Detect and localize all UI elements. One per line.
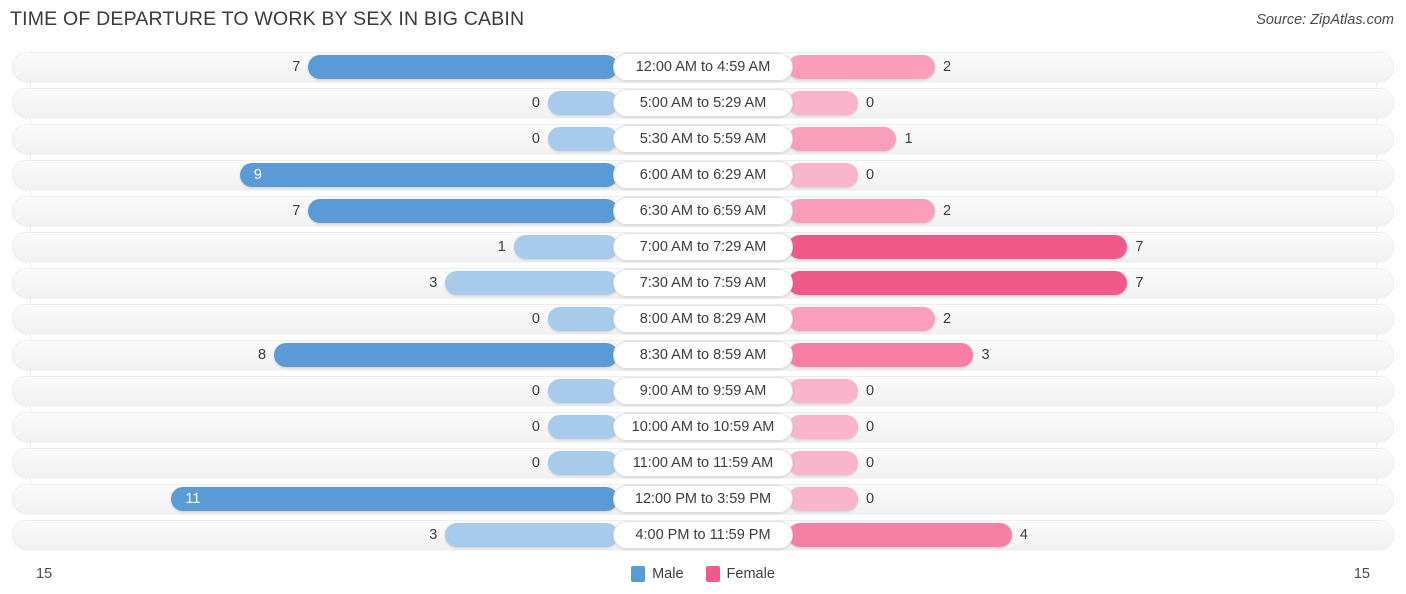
- legend-label: Female: [726, 566, 775, 582]
- male-value-label: 0: [531, 455, 540, 471]
- chart-row: 0 0 5:00 AM to 5:29 AM: [12, 88, 1394, 118]
- chart-row: 1 7 7:00 AM to 7:29 AM: [12, 232, 1394, 262]
- female-bar[interactable]: [788, 487, 858, 511]
- male-bar[interactable]: [171, 487, 618, 511]
- female-value-label: 0: [866, 491, 875, 507]
- male-bar[interactable]: [445, 271, 618, 295]
- female-bar[interactable]: [788, 91, 858, 115]
- female-value-label: 1: [904, 131, 913, 147]
- category-label-pill: 11:00 AM to 11:59 AM: [613, 449, 793, 477]
- male-value-label: 3: [429, 275, 438, 291]
- male-bar[interactable]: [308, 55, 618, 79]
- male-bar[interactable]: [445, 523, 618, 547]
- chart-row: 0 0 9:00 AM to 9:59 AM: [12, 376, 1394, 406]
- male-bar[interactable]: [274, 343, 618, 367]
- female-value-label: 3: [981, 347, 990, 363]
- chart-row: 7 2 6:30 AM to 6:59 AM: [12, 196, 1394, 226]
- male-bar[interactable]: [308, 199, 618, 223]
- chart-row: 0 0 10:00 AM to 10:59 AM: [12, 412, 1394, 442]
- male-value-label: 9: [253, 167, 262, 183]
- female-bar[interactable]: [788, 55, 935, 79]
- chart-plot-area: 7 2 12:00 AM to 4:59 AM 0 0 5:00 AM to 5:29 A…: [0, 50, 1406, 554]
- male-bar[interactable]: [548, 451, 618, 475]
- chart-row: 0 1 5:30 AM to 5:59 AM: [12, 124, 1394, 154]
- male-value-label: 1: [497, 239, 506, 255]
- female-bar[interactable]: [788, 307, 935, 331]
- male-bar[interactable]: [513, 235, 618, 259]
- chart-page: TIME OF DEPARTURE TO WORK BY SEX IN BIG …: [0, 0, 1406, 594]
- male-bar[interactable]: [239, 163, 618, 187]
- male-bar[interactable]: [548, 91, 618, 115]
- female-value-label: 0: [866, 95, 875, 111]
- female-bar[interactable]: [788, 379, 858, 403]
- female-value-label: 0: [866, 419, 875, 435]
- male-value-label: 0: [531, 95, 540, 111]
- legend-label: Male: [652, 566, 684, 582]
- category-label-pill: 10:00 AM to 10:59 AM: [613, 413, 793, 441]
- male-value-label: 8: [258, 347, 267, 363]
- category-label-pill: 8:30 AM to 8:59 AM: [613, 341, 793, 369]
- female-value-label: 0: [866, 383, 875, 399]
- source-attribution: Source: ZipAtlas.com: [1256, 12, 1394, 28]
- chart-row: 11 0 12:00 PM to 3:59 PM: [12, 484, 1394, 514]
- category-label-pill: 12:00 PM to 3:59 PM: [613, 485, 793, 513]
- male-value-label: 0: [531, 131, 540, 147]
- category-label-pill: 4:00 PM to 11:59 PM: [613, 521, 793, 549]
- chart-row: 0 0 11:00 AM to 11:59 AM: [12, 448, 1394, 478]
- chart-row: 8 3 8:30 AM to 8:59 AM: [12, 340, 1394, 370]
- category-label-pill: 5:30 AM to 5:59 AM: [613, 125, 793, 153]
- female-bar[interactable]: [788, 451, 858, 475]
- category-label-pill: 8:00 AM to 8:29 AM: [613, 305, 793, 333]
- female-bar[interactable]: [788, 415, 858, 439]
- male-value-label: 3: [429, 527, 438, 543]
- male-bar[interactable]: [548, 127, 618, 151]
- female-value-label: 0: [866, 167, 875, 183]
- chart-row: 0 2 8:00 AM to 8:29 AM: [12, 304, 1394, 334]
- male-bar[interactable]: [548, 307, 618, 331]
- legend-swatch-icon: [631, 566, 646, 582]
- female-value-label: 0: [866, 455, 875, 471]
- female-bar[interactable]: [788, 199, 935, 223]
- chart-row: 3 7 7:30 AM to 7:59 AM: [12, 268, 1394, 298]
- legend-item-male[interactable]: Male: [631, 566, 684, 582]
- category-label-pill: 5:00 AM to 5:29 AM: [613, 89, 793, 117]
- legend-swatch-icon: [705, 566, 720, 582]
- male-value-label: 7: [292, 59, 301, 75]
- male-bar[interactable]: [548, 415, 618, 439]
- male-value-label: 0: [531, 311, 540, 327]
- male-value-label: 7: [292, 203, 301, 219]
- legend-item-female[interactable]: Female: [705, 566, 775, 582]
- male-value-label: 0: [531, 419, 540, 435]
- female-bar[interactable]: [788, 127, 897, 151]
- female-value-label: 2: [942, 203, 952, 219]
- female-value-label: 2: [942, 59, 952, 75]
- category-label-pill: 7:30 AM to 7:59 AM: [613, 269, 793, 297]
- chart-legend: Male Female: [0, 566, 1406, 582]
- category-label-pill: 6:00 AM to 6:29 AM: [613, 161, 793, 189]
- chart-row: 7 2 12:00 AM to 4:59 AM: [12, 52, 1394, 82]
- female-bar[interactable]: [788, 235, 1128, 259]
- female-value-label: 7: [1135, 275, 1144, 291]
- female-bar[interactable]: [788, 523, 1012, 547]
- category-label-pill: 9:00 AM to 9:59 AM: [613, 377, 793, 405]
- male-value-label: 11: [185, 491, 201, 507]
- male-bar[interactable]: [548, 379, 618, 403]
- chart-row: 9 0 6:00 AM to 6:29 AM: [12, 160, 1394, 190]
- female-bar[interactable]: [788, 343, 974, 367]
- category-label-pill: 7:00 AM to 7:29 AM: [613, 233, 793, 261]
- male-value-label: 0: [531, 383, 540, 399]
- female-bar[interactable]: [788, 271, 1128, 295]
- female-bar[interactable]: [788, 163, 858, 187]
- category-label-pill: 12:00 AM to 4:59 AM: [613, 53, 793, 81]
- category-label-pill: 6:30 AM to 6:59 AM: [613, 197, 793, 225]
- female-value-label: 2: [942, 311, 952, 327]
- female-value-label: 7: [1135, 239, 1144, 255]
- page-title: TIME OF DEPARTURE TO WORK BY SEX IN BIG …: [10, 8, 525, 30]
- female-value-label: 4: [1019, 527, 1028, 543]
- chart-row: 3 4 4:00 PM to 11:59 PM: [12, 520, 1394, 550]
